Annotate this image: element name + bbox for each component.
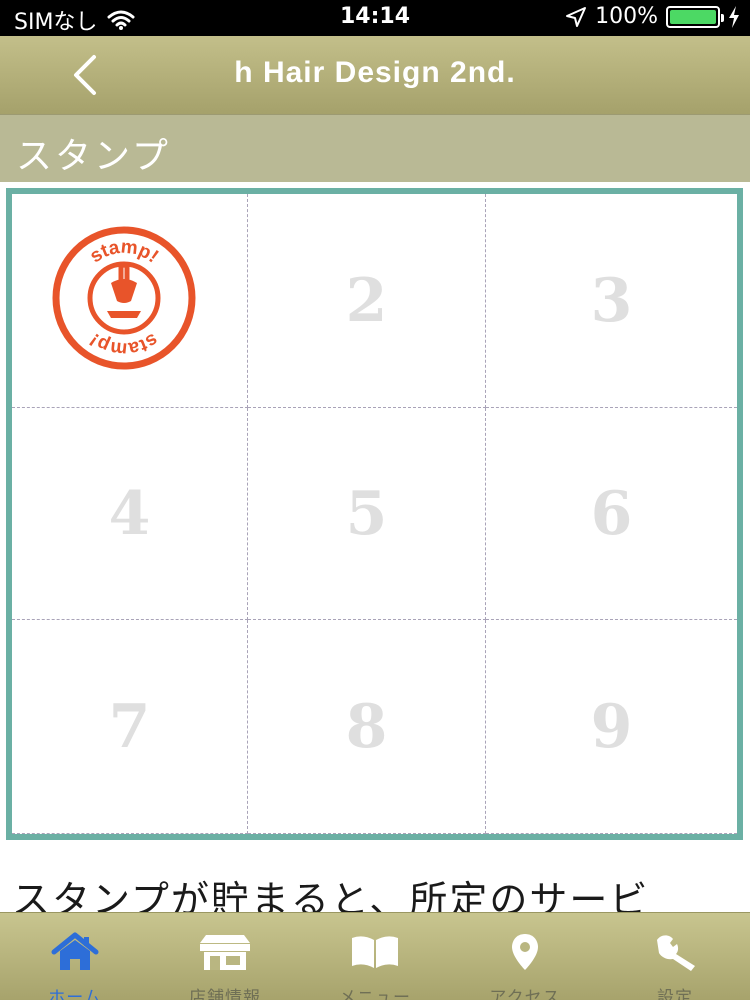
tab-home[interactable]: ホーム <box>0 913 150 1000</box>
stamp-cell: 2 <box>248 194 486 408</box>
stamp-cell-number: 7 <box>108 691 151 762</box>
tab-home-label: ホーム <box>48 988 102 1000</box>
stamp-mark-icon: stamp!stamp! <box>52 226 195 369</box>
stamp-cell: 6 <box>486 408 737 620</box>
battery-percent: 100% <box>595 4 658 29</box>
section-header: スタンプ <box>0 114 750 182</box>
stamp-cell-number: 5 <box>345 478 388 549</box>
tab-menu[interactable]: メニュー <box>300 913 450 1000</box>
tab-bar: ホーム 店舗情報 メニュー アクセス 設定 <box>0 912 750 1000</box>
store-icon <box>195 927 255 977</box>
tab-settings-label: 設定 <box>657 988 693 1000</box>
charging-bolt-icon <box>729 5 739 28</box>
app-screen: SIMなし 14:14 100% h Hair Design 2nd. スタンプ… <box>0 0 750 1000</box>
map-pin-icon <box>495 927 555 977</box>
stamp-cell: stamp! stamp! <box>12 194 248 408</box>
battery-level <box>670 9 716 24</box>
stamp-cell: 7 <box>12 620 248 834</box>
stamp-cell: 9 <box>486 620 737 834</box>
stamp-grid: stamp! stamp! 2 3 4 5 6 7 8 9 <box>12 194 737 834</box>
stamp-cell-number: 2 <box>345 265 388 336</box>
status-right: 100% <box>565 4 740 29</box>
navigation-bar: h Hair Design 2nd. <box>0 36 750 114</box>
stamp-cell-number: 9 <box>590 691 633 762</box>
location-arrow-icon <box>566 6 587 27</box>
section-title: スタンプ <box>16 136 171 177</box>
stamp-cell-number: 4 <box>108 478 151 549</box>
stamp-card: stamp! stamp! 2 3 4 5 6 7 8 9 <box>6 188 743 840</box>
stamp-cell-number: 3 <box>590 265 633 336</box>
tab-settings[interactable]: 設定 <box>600 913 750 1000</box>
stamp-cell: 4 <box>12 408 248 620</box>
tab-menu-label: メニュー <box>339 988 411 1000</box>
book-icon <box>345 927 405 977</box>
tab-access-label: アクセス <box>489 988 561 1000</box>
stamp-description: スタンプが貯まると、所定のサービ <box>12 878 650 916</box>
stamp-cell-number: 8 <box>345 691 388 762</box>
stamp-cell: 5 <box>248 408 486 620</box>
tab-store-info-label: 店舗情報 <box>189 988 261 1000</box>
battery-icon <box>666 5 724 28</box>
page-title: h Hair Design 2nd. <box>234 56 516 89</box>
stamp-cell: 8 <box>248 620 486 834</box>
stamp-cell: 3 <box>486 194 737 408</box>
tab-access[interactable]: アクセス <box>450 913 600 1000</box>
tab-store-info[interactable]: 店舗情報 <box>150 913 300 1000</box>
home-icon <box>45 927 105 977</box>
stamp-cell-number: 6 <box>590 478 633 549</box>
battery-tip <box>721 13 724 22</box>
status-bar: SIMなし 14:14 100% <box>0 0 750 36</box>
wrench-icon <box>645 927 705 977</box>
